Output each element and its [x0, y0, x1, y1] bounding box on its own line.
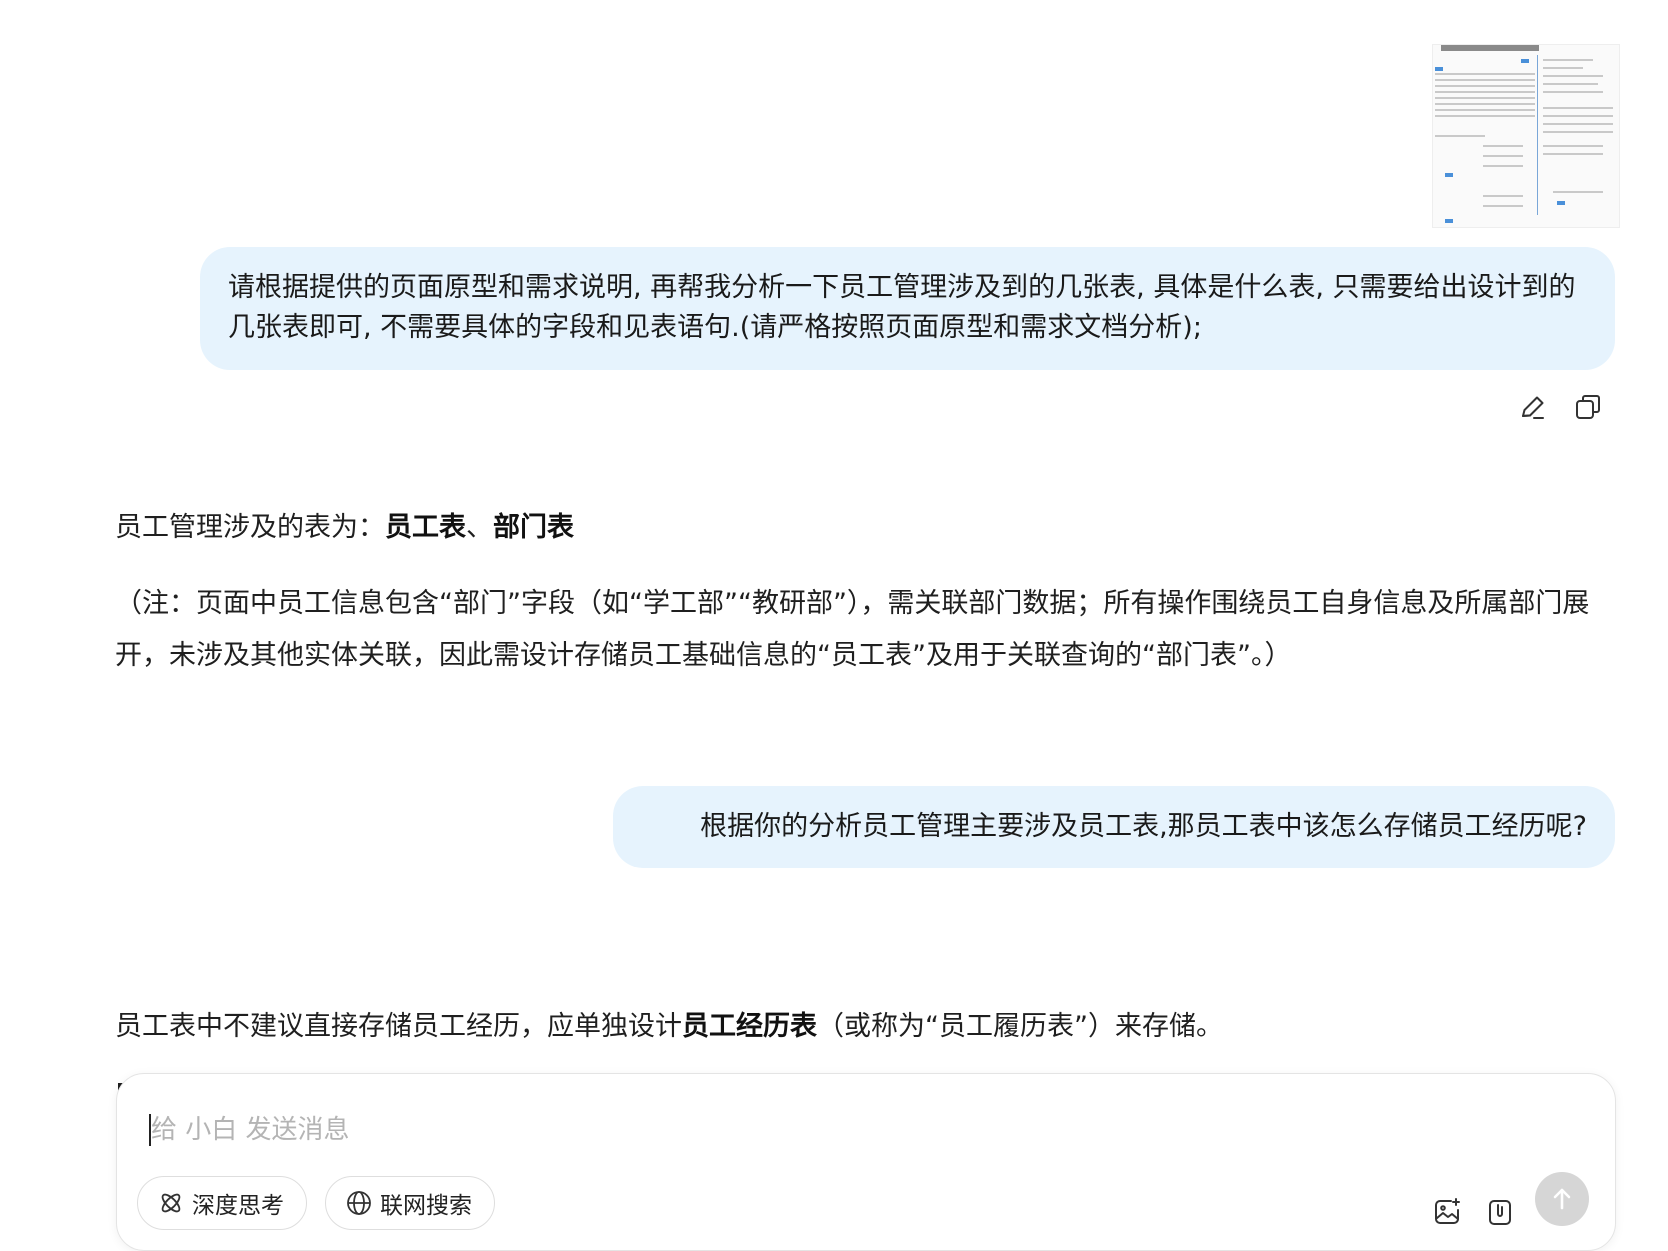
deep-think-label: 深度思考	[192, 1193, 284, 1219]
thumbnail-line	[1483, 195, 1523, 197]
thumbnail-line	[1435, 73, 1535, 75]
thumbnail-line	[1543, 131, 1613, 133]
thumbnail-line	[1435, 135, 1485, 137]
web-search-label: 联网搜索	[380, 1193, 472, 1219]
atom-icon	[161, 1193, 181, 1213]
thumbnail-line	[1543, 115, 1613, 117]
thumbnail-line	[1543, 153, 1603, 155]
thumbnail-line	[1435, 115, 1535, 117]
thumbnail-line	[1483, 165, 1523, 167]
image-add-icon[interactable]	[1431, 1196, 1463, 1228]
thumbnail-line	[1543, 145, 1603, 147]
thumbnail-line	[1435, 79, 1535, 81]
answer2-prefix: 员工表中不建议直接存储员工经历，应单独设计	[115, 1011, 682, 1042]
thumbnail-line	[1483, 205, 1523, 207]
assistant-answer-summary: 员工管理涉及的表为：员工表、部门表	[115, 508, 574, 548]
thumbnail-line	[1543, 123, 1613, 125]
user-message-text: 请根据提供的页面原型和需求说明, 再帮我分析一下员工管理涉及到的几张表, 具体是…	[228, 272, 1576, 343]
thumbnail-button	[1557, 201, 1565, 205]
send-button[interactable]	[1535, 1172, 1589, 1226]
thumbnail-divider	[1537, 55, 1538, 215]
scroll-fade	[0, 1040, 1668, 1070]
user-message-bubble: 请根据提供的页面原型和需求说明, 再帮我分析一下员工管理涉及到的几张表, 具体是…	[200, 247, 1615, 370]
thumbnail-line	[1435, 97, 1535, 99]
assistant-answer-note: （注：页面中员工信息包含“部门”字段（如“学工部”“教研部”），需关联部门数据；…	[115, 588, 1590, 671]
answer-separator: 、	[466, 512, 493, 543]
thumbnail-line	[1543, 107, 1613, 109]
copy-icon[interactable]	[1573, 392, 1603, 422]
user-message-bubble: 根据你的分析员工管理主要涉及员工表,那员工表中该怎么存储员工经历呢?	[613, 786, 1615, 868]
thumbnail-line	[1435, 103, 1535, 105]
thumbnail-button	[1445, 219, 1453, 223]
user-message-text: 根据你的分析员工管理主要涉及员工表,那员工表中该怎么存储员工经历呢?	[700, 811, 1587, 842]
thumbnail-line	[1543, 67, 1583, 69]
thumbnail-line	[1543, 75, 1603, 77]
thumbnail-line	[1483, 155, 1523, 157]
thumbnail-line	[1543, 91, 1603, 93]
thumbnail-button	[1445, 173, 1453, 177]
answer-table-department: 部门表	[493, 512, 574, 543]
attached-image-thumbnail[interactable]	[1432, 44, 1620, 228]
answer-prefix: 员工管理涉及的表为：	[115, 512, 385, 543]
edit-icon[interactable]	[1518, 392, 1548, 422]
thumbnail-line	[1483, 145, 1523, 147]
web-search-button[interactable]: 联网搜索	[325, 1176, 495, 1230]
message-input[interactable]: 给 小白 发送消息	[151, 1110, 350, 1150]
thumbnail-line	[1543, 59, 1593, 61]
arrow-up-icon	[1553, 1188, 1571, 1210]
thumbnail-line	[1435, 85, 1535, 87]
answer2-suffix: （或称为“员工履历表”）来存储。	[817, 1011, 1223, 1042]
globe-icon	[347, 1191, 371, 1215]
message-composer[interactable]: 给 小白 发送消息 深度思考 联网搜索	[116, 1073, 1616, 1251]
deep-think-button[interactable]: 深度思考	[137, 1176, 307, 1230]
answer-table-employee: 员工表	[385, 512, 466, 543]
answer2-bold: 员工经历表	[682, 1011, 817, 1042]
thumbnail-line	[1553, 191, 1603, 193]
thumbnail-line	[1435, 109, 1535, 111]
thumbnail-button	[1435, 67, 1443, 71]
thumbnail-button	[1521, 59, 1529, 63]
thumbnail-line	[1543, 83, 1598, 85]
thumbnail-line	[1435, 91, 1535, 93]
thumbnail-titlebar	[1441, 45, 1539, 51]
attach-icon[interactable]	[1484, 1196, 1516, 1228]
